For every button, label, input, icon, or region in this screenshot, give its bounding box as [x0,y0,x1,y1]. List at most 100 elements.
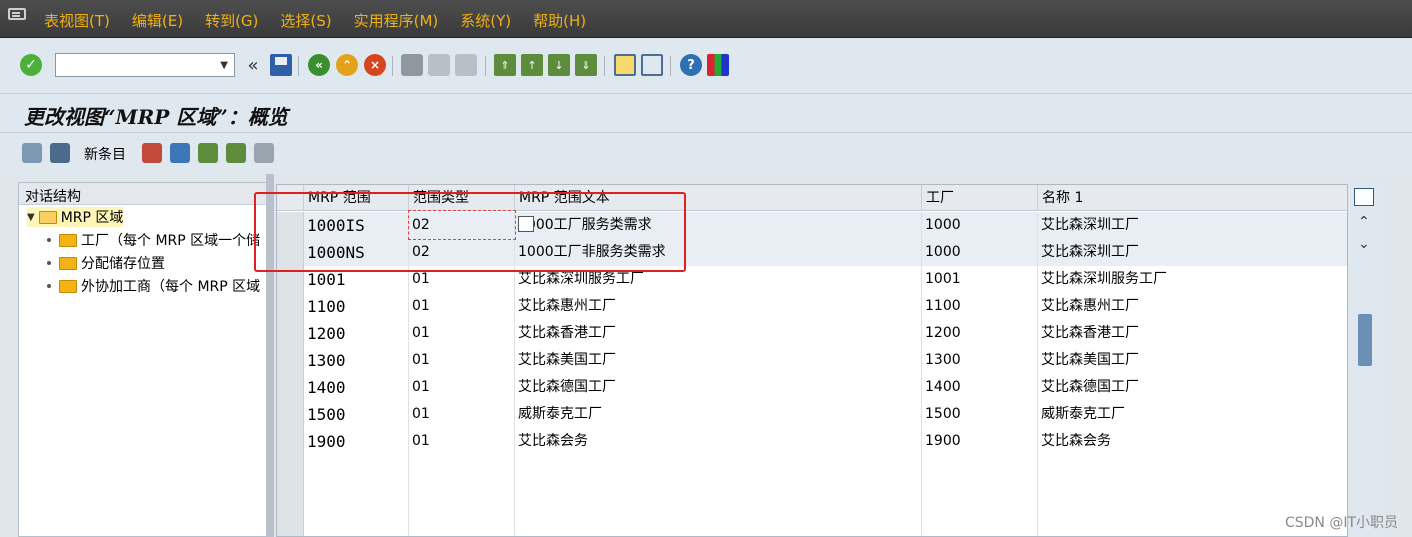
cell-area-type[interactable] [409,509,515,536]
cell-plant[interactable]: 1000 [922,239,1038,266]
cell-plant[interactable]: 1000 [922,212,1038,239]
new-entries-button[interactable]: 新条目 [84,144,126,164]
menu-system[interactable]: 系统(Y) [460,10,511,31]
exit-icon[interactable]: ⌃ [336,54,358,76]
cell-area-text[interactable] [515,455,922,482]
cell-area-text[interactable]: 1000工厂非服务类需求 [515,239,922,266]
find-icon[interactable] [428,54,450,76]
cell-name1[interactable]: 艾比森会务 [1038,428,1347,455]
column-header-plant[interactable]: 工厂 [922,185,1038,211]
command-field[interactable]: ▼ [55,53,235,77]
scroll-down-icon[interactable]: ⌄ [1358,236,1370,252]
column-header-area-type[interactable]: 范围类型 [409,185,515,211]
table-row[interactable]: 1100 01 艾比森惠州工厂 1100 艾比森惠州工厂 [277,293,1347,320]
delete-icon[interactable] [142,143,162,163]
tree-node-subcontractor[interactable]: 外协加工商（每个 MRP 区域 [47,276,260,296]
cell-area-text[interactable] [515,509,922,536]
cell-plant[interactable]: 1200 [922,320,1038,347]
empty-table-row[interactable] [277,482,1347,509]
cell-mrp-area[interactable] [304,509,409,536]
cell-area-type[interactable]: 01 [409,293,515,320]
table-settings-icon[interactable] [1354,188,1374,206]
cell-area-type[interactable]: 01 [409,320,515,347]
cell-area-text[interactable]: 艾比森深圳服务工厂 [515,266,922,293]
chevron-down-icon[interactable]: ▼ [220,60,228,71]
cell-plant[interactable] [922,482,1038,509]
cell-plant[interactable]: 1900 [922,428,1038,455]
cell-plant[interactable]: 1500 [922,401,1038,428]
first-page-icon[interactable]: ⇑ [494,54,516,76]
cell-plant[interactable]: 1400 [922,374,1038,401]
tree-node-mrp-area[interactable]: ▼ MRP 区域 [27,207,124,227]
cell-name1[interactable] [1038,455,1347,482]
table-row[interactable]: 1000IS 02 1000工厂服务类需求 1000 艾比森深圳工厂 [277,212,1347,239]
cell-area-type[interactable]: 02 [409,239,515,266]
enter-check-icon[interactable]: ✓ [20,54,42,76]
menu-edit[interactable]: 编辑(E) [132,10,183,31]
select-all-header[interactable] [277,185,304,211]
cell-mrp-area[interactable]: 1400 [304,374,409,401]
table-row[interactable]: 1900 01 艾比森会务 1900 艾比森会务 [277,428,1347,455]
cell-name1[interactable] [1038,482,1347,509]
menu-goto[interactable]: 转到(G) [205,10,258,31]
row-selector[interactable] [277,347,304,374]
help-icon[interactable]: ? [680,54,702,76]
table-row[interactable]: 1400 01 艾比森德国工厂 1400 艾比森德国工厂 [277,374,1347,401]
undo-icon[interactable] [170,143,190,163]
table-row[interactable]: 1500 01 威斯泰克工厂 1500 威斯泰克工厂 [277,401,1347,428]
table-row[interactable]: 1200 01 艾比森香港工厂 1200 艾比森香港工厂 [277,320,1347,347]
row-selector[interactable] [277,239,304,266]
column-header-area-text[interactable]: MRP 范围文本 [515,185,922,211]
cell-name1[interactable]: 艾比森深圳服务工厂 [1038,266,1347,293]
cell-plant[interactable] [922,509,1038,536]
change-display-icon[interactable] [22,143,42,163]
row-selector[interactable] [277,482,304,509]
cell-name1[interactable]: 艾比森美国工厂 [1038,347,1347,374]
tree-node-storage-location[interactable]: 分配储存位置 [47,253,165,273]
panel-splitter[interactable] [266,174,274,537]
system-menu-icon[interactable] [8,8,26,20]
menu-utilities[interactable]: 实用程序(M) [354,10,439,31]
scrollbar-thumb[interactable] [1358,314,1372,366]
column-header-mrp-area[interactable]: MRP 范围 [304,185,409,211]
copy-icon[interactable] [518,216,534,232]
cell-area-type[interactable]: 01 [409,266,515,293]
previous-page-icon[interactable]: ↑ [521,54,543,76]
select-all-icon[interactable] [198,143,218,163]
cell-area-type[interactable]: 01 [409,428,515,455]
details-icon[interactable] [50,143,70,163]
cell-area-text[interactable] [515,482,922,509]
empty-table-row[interactable] [277,455,1347,482]
cell-area-type[interactable]: 01 [409,401,515,428]
cell-area-text[interactable]: 威斯泰克工厂 [515,401,922,428]
cell-mrp-area[interactable] [304,455,409,482]
row-selector[interactable] [277,266,304,293]
cell-name1[interactable]: 威斯泰克工厂 [1038,401,1347,428]
cell-name1[interactable]: 艾比森香港工厂 [1038,320,1347,347]
table-row[interactable]: 1001 01 艾比森深圳服务工厂 1001 艾比森深圳服务工厂 [277,266,1347,293]
cell-plant[interactable]: 1001 [922,266,1038,293]
menu-help[interactable]: 帮助(H) [533,10,586,31]
row-selector[interactable] [277,455,304,482]
cell-area-text[interactable]: 艾比森香港工厂 [515,320,922,347]
scroll-up-icon[interactable]: ⌃ [1358,214,1370,230]
row-selector[interactable] [277,212,304,239]
cell-mrp-area[interactable]: 1300 [304,347,409,374]
cell-name1[interactable]: 艾比森深圳工厂 [1038,212,1347,239]
cell-mrp-area[interactable] [304,482,409,509]
cell-mrp-area[interactable]: 1001 [304,266,409,293]
menu-selection[interactable]: 选择(S) [280,10,331,31]
cell-area-type[interactable] [409,455,515,482]
cell-area-text[interactable]: 艾比森会务 [515,428,922,455]
print-icon[interactable] [401,54,423,76]
customize-layout-icon[interactable] [707,54,729,76]
row-selector[interactable] [277,428,304,455]
new-session-icon[interactable] [614,54,636,76]
create-shortcut-icon[interactable] [641,54,663,76]
cell-area-type[interactable]: 01 [409,374,515,401]
cell-mrp-area[interactable]: 1000NS [304,239,409,266]
cell-plant[interactable]: 1300 [922,347,1038,374]
deselect-all-icon[interactable] [254,143,274,163]
next-page-icon[interactable]: ↓ [548,54,570,76]
menu-table-view[interactable]: 表视图(T) [44,10,110,31]
